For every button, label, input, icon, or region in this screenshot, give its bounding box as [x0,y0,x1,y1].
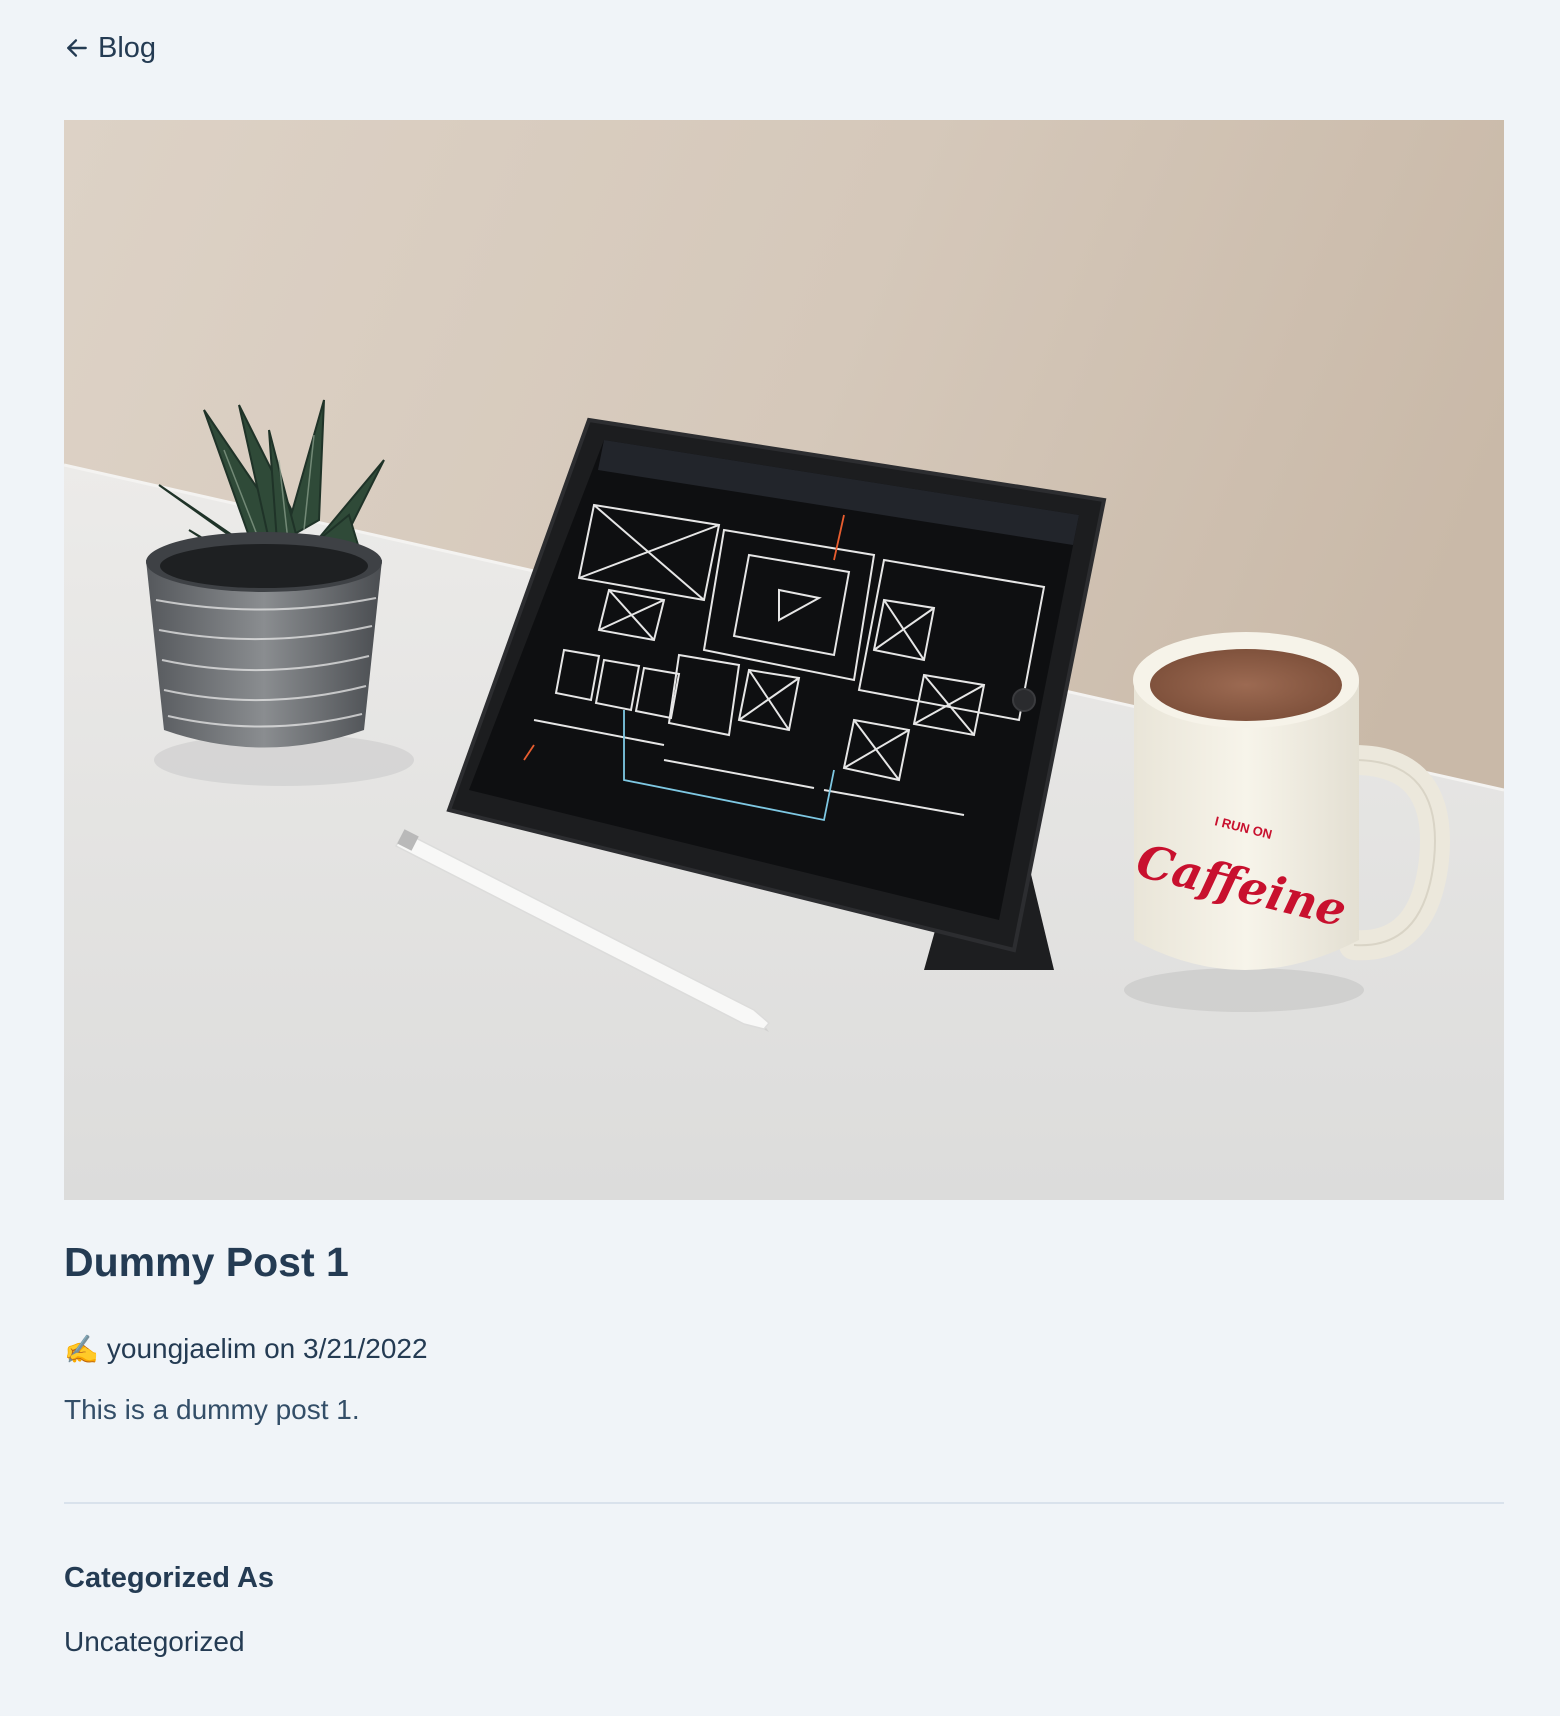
section-divider [64,1502,1504,1504]
categories-heading: Categorized As [64,1562,275,1594]
writing-hand-icon: ✍️ [64,1333,99,1365]
back-link-label: Blog [98,31,157,64]
hero-image: I RUN ON Caffeine [64,120,1504,1200]
category-item[interactable]: Uncategorized [64,1626,245,1658]
post-title: Dummy Post 1 [64,1239,349,1285]
back-to-blog-link[interactable]: Blog [64,28,156,68]
post-byline: ✍️ youngjaelim on 3/21/2022 [64,1328,428,1370]
byline-text: youngjaelim on 3/21/2022 [106,1333,428,1364]
post-body: This is a dummy post 1. [64,1394,360,1425]
arrow-left-icon [64,35,90,61]
